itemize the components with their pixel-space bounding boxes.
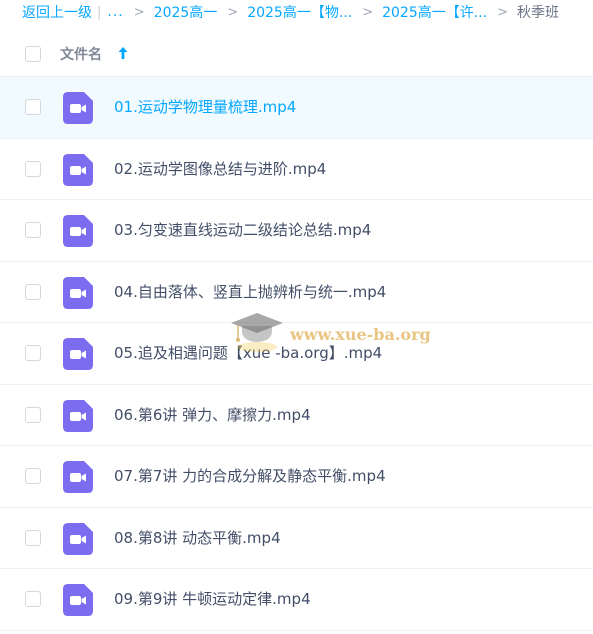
file-name[interactable]: 07.第7讲 力的合成分解及静态平衡.mp4: [114, 446, 386, 507]
file-checkbox[interactable]: [25, 406, 41, 423]
video-file-icon: [63, 92, 93, 124]
video-file-icon: [63, 461, 93, 493]
breadcrumb-item-3[interactable]: 2025高一【许...: [382, 2, 487, 22]
video-file-icon: [63, 153, 93, 186]
file-checkbox[interactable]: [25, 345, 41, 361]
file-name[interactable]: 02.运动学图像总结与进阶.mp4: [114, 139, 326, 200]
file-list-header: 文件名: [0, 32, 593, 77]
file-row[interactable]: 09.第9讲 牛顿运动定律.mp4: [0, 569, 593, 631]
file-name[interactable]: 01.运动学物理量梳理.mp4: [114, 77, 296, 138]
file-row[interactable]: 06.第6讲 弹力、摩擦力.mp4: [0, 385, 593, 446]
file-row[interactable]: 02.运动学图像总结与进阶.mp4: [0, 139, 593, 200]
breadcrumb-divider: |: [97, 4, 102, 20]
file-name[interactable]: 08.第8讲 动态平衡.mp4: [114, 508, 281, 569]
select-all-checkbox[interactable]: [25, 46, 41, 62]
video-file-icon: [63, 584, 93, 616]
file-name[interactable]: 03.匀变速直线运动二级结论总结.mp4: [114, 200, 371, 261]
file-checkbox[interactable]: [25, 468, 41, 484]
file-checkbox[interactable]: [25, 99, 41, 115]
breadcrumb-item-2[interactable]: 2025高一【物...: [247, 2, 352, 22]
file-name[interactable]: 06.第6讲 弹力、摩擦力.mp4: [114, 385, 311, 446]
file-row[interactable]: 05.追及相遇问题【xue -ba.org】.mp4: [0, 323, 593, 385]
breadcrumb-separator: >: [362, 4, 374, 20]
breadcrumb-separator: >: [497, 4, 508, 20]
breadcrumb-ellipsis[interactable]: ...: [107, 4, 123, 20]
file-name[interactable]: 05.追及相遇问题【xue -ba.org】.mp4: [114, 323, 382, 384]
video-file-icon: [63, 399, 93, 432]
file-checkbox[interactable]: [25, 529, 41, 546]
breadcrumb-item-1[interactable]: 2025高一: [154, 2, 218, 22]
file-row[interactable]: 01.运动学物理量梳理.mp4: [0, 77, 593, 139]
video-file-icon: [63, 338, 93, 370]
video-file-icon: [63, 276, 93, 309]
file-name[interactable]: 04.自由落体、竖直上抛辨析与统一.mp4: [114, 262, 386, 323]
file-row[interactable]: 03.匀变速直线运动二级结论总结.mp4: [0, 200, 593, 262]
file-list: 01.运动学物理量梳理.mp4 02.运动学图像总结与进阶.mp4 03.匀变速直线…: [0, 77, 593, 631]
column-header-filename[interactable]: 文件名: [60, 44, 102, 64]
back-link[interactable]: 返回上一级: [22, 2, 92, 22]
file-checkbox[interactable]: [25, 283, 41, 300]
breadcrumb-current: 秋季班: [516, 5, 559, 21]
breadcrumb: 返回上一级 | ... > 2025高一 > 2025高一【物... > 202…: [0, 0, 593, 24]
file-checkbox[interactable]: [25, 160, 41, 177]
breadcrumb-separator: >: [133, 4, 145, 20]
video-file-icon: [63, 215, 93, 247]
file-row[interactable]: 07.第7讲 力的合成分解及静态平衡.mp4: [0, 446, 593, 508]
video-file-icon: [63, 522, 93, 555]
breadcrumb-separator: >: [227, 4, 239, 20]
file-checkbox[interactable]: [25, 591, 41, 607]
file-row[interactable]: 08.第8讲 动态平衡.mp4: [0, 508, 593, 569]
file-row[interactable]: 04.自由落体、竖直上抛辨析与统一.mp4: [0, 262, 593, 323]
arrow-up-icon[interactable]: [116, 45, 130, 61]
file-name[interactable]: 09.第9讲 牛顿运动定律.mp4: [114, 569, 311, 630]
file-checkbox[interactable]: [25, 222, 41, 238]
